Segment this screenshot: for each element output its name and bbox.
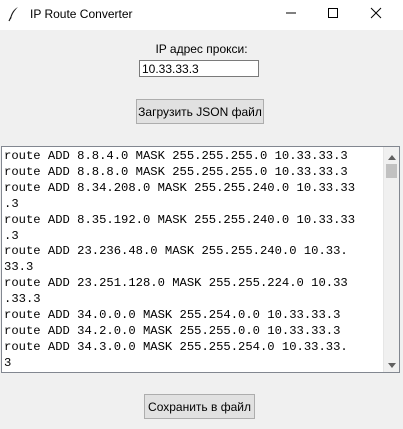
routes-text-content: route ADD 8.8.4.0 MASK 255.255.255.0 10.… — [4, 149, 384, 372]
minimize-button[interactable] — [268, 0, 313, 30]
scroll-thumb[interactable] — [386, 164, 397, 178]
load-json-button[interactable]: Загрузить JSON файл — [136, 99, 264, 124]
chevron-up-icon — [388, 147, 396, 165]
route-line: route ADD 34.2.0.0 MASK 255.255.0.0 10.3… — [4, 323, 341, 338]
window-title: IP Route Converter — [30, 7, 133, 21]
route-line: route ADD 8.8.4.0 MASK 255.255.255.0 10.… — [4, 149, 348, 163]
chevron-down-icon — [388, 355, 396, 373]
route-line: route ADD 34.0.0.0 MASK 255.254.0.0 10.3… — [4, 308, 341, 323]
routes-output-text[interactable]: route ADD 8.8.4.0 MASK 255.255.255.0 10.… — [1, 146, 400, 373]
title-bar: IP Route Converter — [0, 0, 403, 30]
scroll-down-button[interactable] — [384, 355, 399, 373]
scroll-up-button[interactable] — [384, 147, 399, 165]
route-line: .3 — [4, 196, 19, 211]
save-to-file-button[interactable]: Сохранить в файл — [144, 394, 255, 419]
maximize-button[interactable] — [310, 0, 355, 30]
minimize-icon — [285, 6, 297, 24]
maximize-icon — [327, 6, 339, 24]
feather-icon — [6, 6, 22, 22]
route-line: route ADD 8.8.8.0 MASK 255.255.255.0 10.… — [4, 164, 348, 179]
route-line: route ADD 23.251.128.0 MASK 255.255.224.… — [4, 276, 348, 291]
route-line: route ADD 8.35.192.0 MASK 255.255.240.0 … — [4, 212, 356, 227]
close-button[interactable] — [353, 0, 398, 30]
close-icon — [370, 6, 382, 24]
route-line: .3 — [4, 228, 19, 243]
proxy-ip-input[interactable] — [139, 60, 259, 77]
proxy-ip-label: IP адрес прокси: — [155, 42, 248, 56]
route-line: route ADD 8.34.208.0 MASK 255.255.240.0 … — [4, 180, 356, 195]
route-line: route ADD 34.3.0.0 MASK 255.255.254.0 10… — [4, 339, 348, 354]
route-line: 33.3 — [4, 260, 34, 275]
route-line: route ADD 23.236.48.0 MASK 255.255.240.0… — [4, 244, 348, 259]
route-line: 3 — [4, 355, 12, 370]
vertical-scrollbar[interactable] — [383, 147, 399, 372]
route-line: .33.3 — [4, 292, 41, 307]
